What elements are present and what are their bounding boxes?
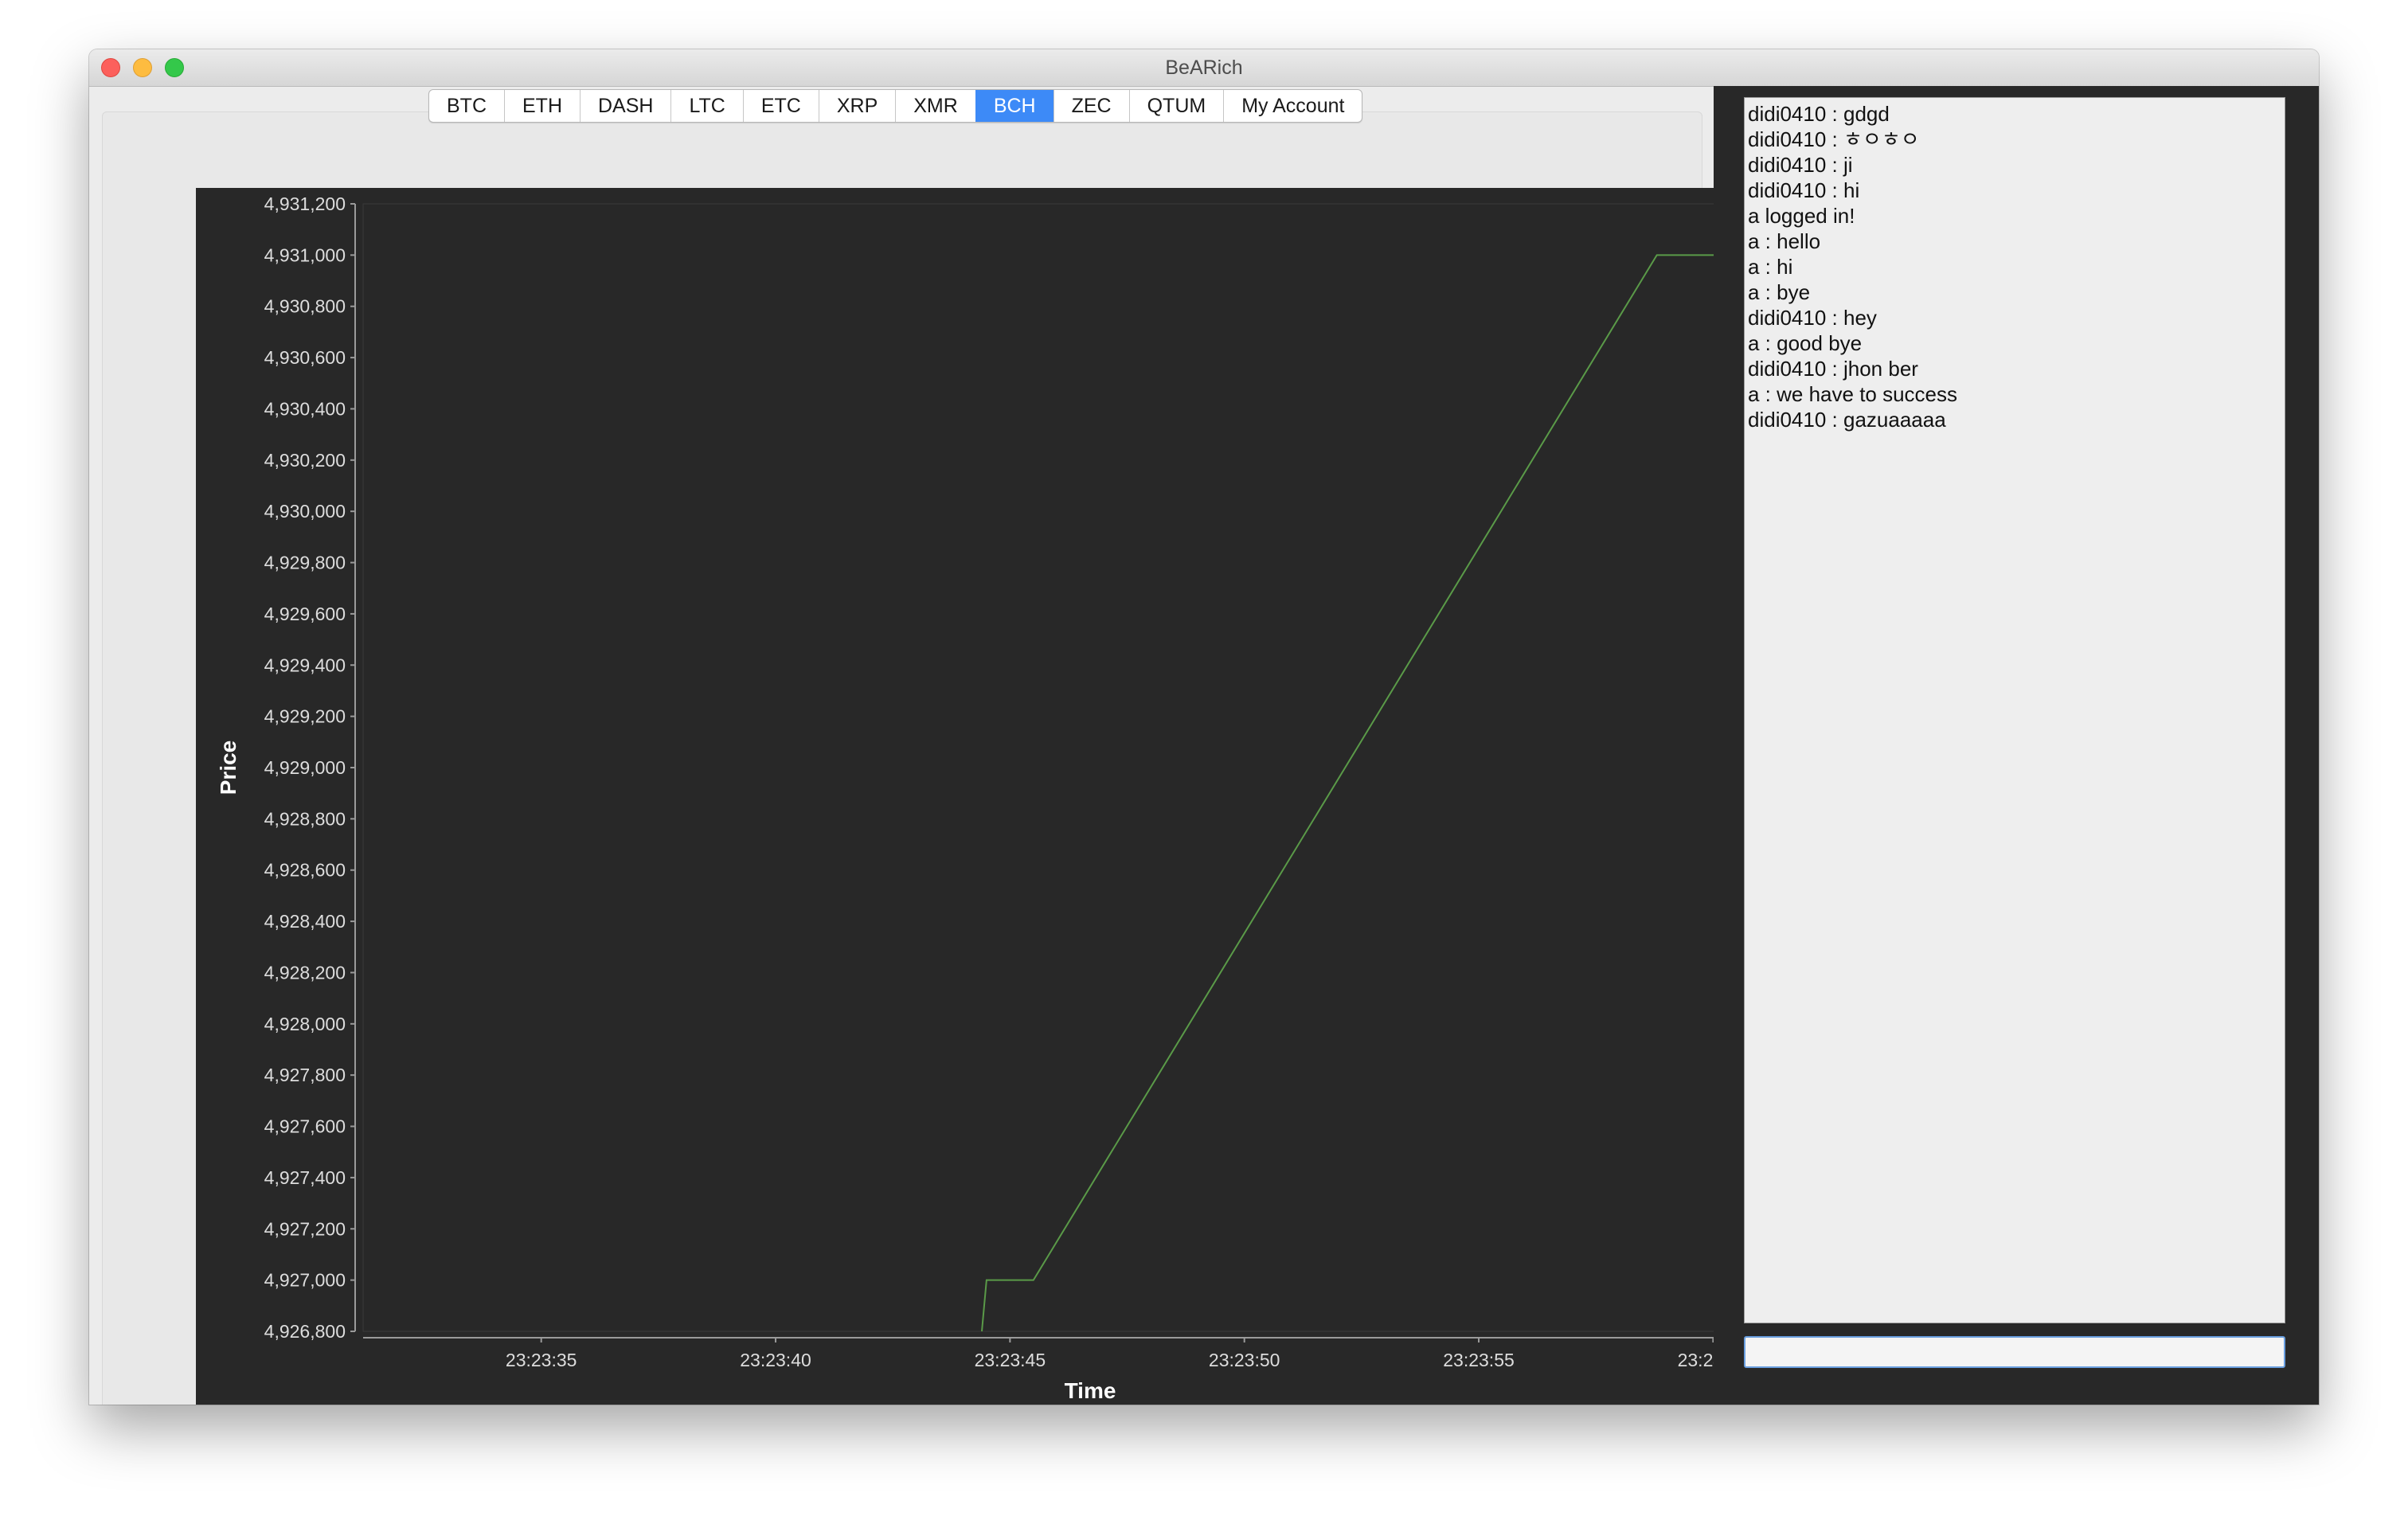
y-tick-label: 4,930,800 <box>264 296 346 317</box>
price-series-line <box>981 254 1769 1332</box>
y-tick-label: 4,930,600 <box>264 347 346 368</box>
tab-qtum[interactable]: QTUM <box>1128 90 1224 122</box>
tab-bch[interactable]: BCH <box>975 90 1054 122</box>
chat-message: didi0410 : gazuaaaaa <box>1748 408 1946 432</box>
chat-message: didi0410 : jhon ber <box>1748 357 1918 381</box>
x-tick-label: 23:23:50 <box>1209 1350 1280 1370</box>
tab-my-account[interactable]: My Account <box>1223 90 1362 122</box>
title-bar: BeARich <box>89 49 2319 87</box>
chat-message: didi0410 : ji <box>1748 153 1853 177</box>
tab-xmr[interactable]: XMR <box>895 90 975 122</box>
tab-etc[interactable]: ETC <box>742 90 819 122</box>
chat-panel: didi0410 : gdgd didi0410 : ㅎㅇㅎㅇ didi0410 :… <box>1714 86 2319 1405</box>
y-tick-label: 4,929,400 <box>264 655 346 675</box>
chat-message: a : bye <box>1748 280 1811 304</box>
chat-message: a : we have to success <box>1748 382 1958 406</box>
tab-btc[interactable]: BTC <box>429 90 504 122</box>
window-title: BeARich <box>1165 57 1243 79</box>
x-tick-label: 23:23:45 <box>975 1350 1046 1370</box>
y-tick-label: 4,928,600 <box>264 860 346 881</box>
y-tick-label: 4,928,800 <box>264 808 346 829</box>
plot-frame <box>362 203 1770 1332</box>
chat-message: a : good bye <box>1748 331 1863 355</box>
y-axis-title: Price <box>216 741 240 795</box>
chat-message: didi0410 : gdgd <box>1748 102 1890 126</box>
y-tick-label: 4,927,600 <box>264 1116 346 1137</box>
x-tick-label: 23:23:55 <box>1443 1350 1515 1370</box>
y-tick-label: 4,929,600 <box>264 604 346 624</box>
y-tick-label: 4,931,000 <box>264 244 346 265</box>
coin-tab-bar: BTC ETH DASH LTC ETC XRP XMR BCH ZEC QTUM My Accou… <box>428 89 1363 123</box>
tab-zec[interactable]: ZEC <box>1053 90 1129 122</box>
chat-message: a logged in! <box>1748 204 1855 228</box>
app-window: BeARich BTC ETH DASH LTC ETC XRP XMR BCH ZEC QTUM… <box>89 49 2319 1405</box>
y-tick-label: 4,928,400 <box>264 911 346 932</box>
tab-xrp[interactable]: XRP <box>818 90 895 122</box>
x-tick-label: 23:23:35 <box>506 1350 577 1370</box>
y-tick-label: 4,930,000 <box>264 501 346 522</box>
y-tick-label: 4,927,800 <box>264 1065 346 1085</box>
chart-svg: 4,926,800 4,927,000 4,927,200 4,927,400 4,92… <box>216 193 1770 1403</box>
y-tick-label: 4,928,200 <box>264 962 346 983</box>
chat-message: didi0410 : hi <box>1748 178 1860 202</box>
y-tick-label: 4,927,400 <box>264 1167 346 1188</box>
chat-message-input[interactable] <box>1744 1336 2285 1368</box>
y-tick-label: 4,930,200 <box>264 450 346 471</box>
chat-log[interactable]: didi0410 : gdgd didi0410 : ㅎㅇㅎㅇ didi0410 :… <box>1744 97 2285 1323</box>
y-tick-label: 4,931,200 <box>264 193 346 214</box>
y-tick-label: 4,926,800 <box>264 1321 346 1342</box>
tab-eth[interactable]: ETH <box>504 90 580 122</box>
x-axis-title: Time <box>1065 1378 1116 1403</box>
y-tick-label: 4,929,000 <box>264 757 346 778</box>
tab-dash[interactable]: DASH <box>580 90 670 122</box>
y-tick-label: 4,927,200 <box>264 1218 346 1239</box>
price-chart: 4,926,800 4,927,000 4,927,200 4,927,400 4,92… <box>196 188 1790 1405</box>
y-tick-label: 4,930,400 <box>264 398 346 419</box>
x-tick-label: 23:23:40 <box>740 1350 811 1370</box>
chat-message: a : hello <box>1748 229 1821 253</box>
tab-ltc[interactable]: LTC <box>670 90 742 122</box>
y-tick-label: 4,929,200 <box>264 706 346 727</box>
y-tick-label: 4,927,000 <box>264 1270 346 1291</box>
chat-message: a : hi <box>1748 255 1793 279</box>
chat-message: didi0410 : ㅎㅇㅎㅇ <box>1748 127 1920 151</box>
y-tick-label: 4,929,800 <box>264 553 346 573</box>
y-tick-label: 4,928,000 <box>264 1014 346 1034</box>
chat-message: didi0410 : hey <box>1748 306 1877 330</box>
